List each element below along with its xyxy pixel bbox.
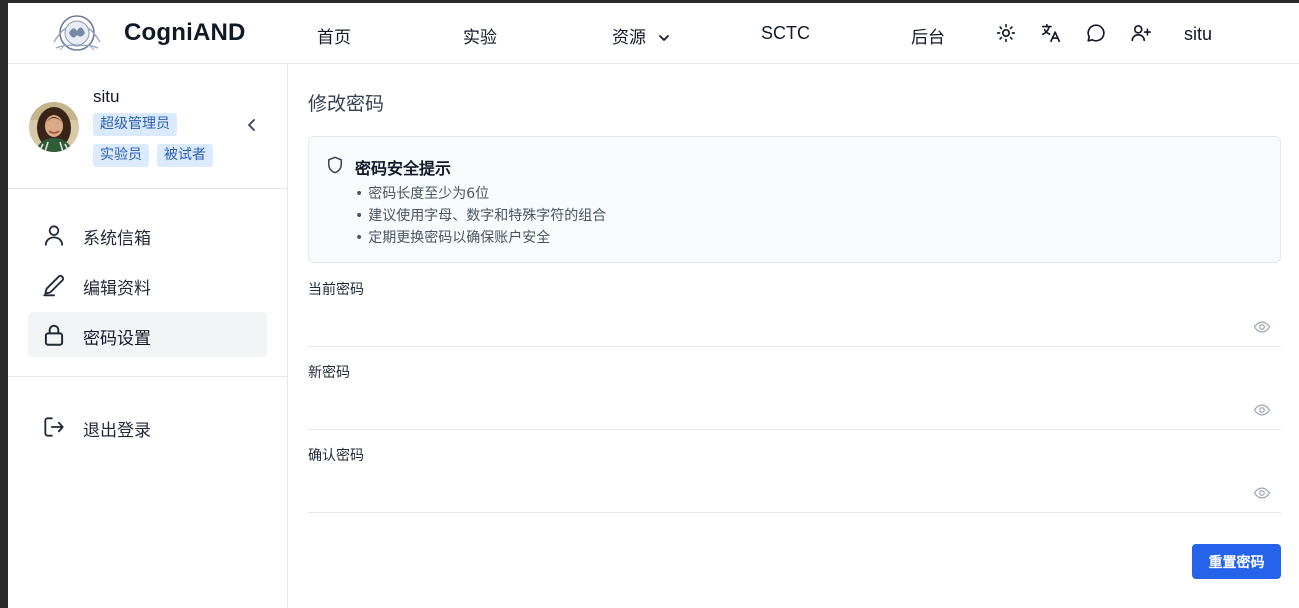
nav-home[interactable]: 首页	[317, 23, 351, 48]
avatar[interactable]	[29, 102, 79, 152]
user-icon	[41, 222, 67, 248]
sidebar-item-inbox[interactable]: 系统信箱	[28, 212, 267, 257]
confirm-password-input[interactable]	[308, 471, 1238, 511]
new-password-input[interactable]	[308, 388, 1238, 428]
current-password-field-wrapper	[308, 305, 1281, 347]
role-badge-experimenter: 实验员	[93, 144, 149, 167]
user-plus-icon[interactable]	[1130, 22, 1152, 44]
security-tips-panel: 密码安全提示 密码长度至少为6位 建议使用字母、数字和特殊字符的组合 定期更换密…	[308, 136, 1281, 263]
sidebar-item-label: 系统信箱	[83, 229, 151, 249]
profile-name: situ	[93, 87, 120, 106]
eye-icon[interactable]	[1253, 484, 1271, 502]
new-password-field-wrapper	[308, 388, 1281, 430]
list-item: 密码长度至少为6位	[355, 183, 606, 205]
app-window: CogniAND 首页 实验 资源 SCTC 后台 situ situ 超级管理…	[0, 0, 1299, 608]
tips-list: 密码长度至少为6位 建议使用字母、数字和特殊字符的组合 定期更换密码以确保账户安…	[355, 183, 606, 249]
pencil-icon	[41, 272, 67, 298]
list-item: 定期更换密码以确保账户安全	[355, 227, 606, 249]
role-badge-participant: 被试者	[157, 144, 213, 167]
confirm-password-field-wrapper	[308, 471, 1281, 513]
sidebar-item-edit-profile[interactable]: 编辑资料	[28, 262, 267, 307]
sidebar: situ 超级管理员 实验员 被试者 系统信箱 编辑资料 密码设置 退出登录	[8, 64, 288, 608]
nav-resources[interactable]: 资源	[612, 23, 671, 48]
logout-icon	[41, 414, 67, 440]
eye-icon[interactable]	[1253, 318, 1271, 336]
header-user-menu[interactable]: situ	[1184, 24, 1212, 45]
reset-password-button[interactable]: 重置密码	[1192, 544, 1281, 579]
current-password-label: 当前密码	[308, 282, 364, 298]
sidebar-item-label: 密码设置	[83, 329, 151, 349]
chevron-left-icon[interactable]	[244, 117, 260, 133]
nav-admin[interactable]: 后台	[911, 23, 945, 48]
sidebar-item-password[interactable]: 密码设置	[28, 312, 267, 357]
tips-title: 密码安全提示	[355, 159, 452, 178]
nav-resources-label: 资源	[612, 28, 646, 48]
lock-icon	[41, 322, 67, 348]
brand-name[interactable]: CogniAND	[124, 19, 246, 47]
sidebar-menu: 系统信箱 编辑资料 密码设置	[8, 190, 287, 377]
sidebar-item-label: 编辑资料	[83, 279, 151, 299]
confirm-password-label: 确认密码	[308, 448, 364, 464]
sun-icon[interactable]	[995, 22, 1017, 44]
logout-button[interactable]: 退出登录	[28, 404, 267, 449]
shield-icon	[325, 155, 345, 175]
main-content: 修改密码 密码安全提示 密码长度至少为6位 建议使用字母、数字和特殊字符的组合 …	[288, 64, 1299, 608]
translate-icon[interactable]	[1040, 22, 1062, 44]
profile-card: situ 超级管理员 实验员 被试者	[8, 64, 287, 189]
top-header: CogniAND 首页 实验 资源 SCTC 后台 situ	[8, 3, 1299, 64]
logout-label: 退出登录	[83, 421, 151, 441]
nav-experiment[interactable]: 实验	[463, 23, 497, 48]
nav-sctc[interactable]: SCTC	[761, 23, 810, 44]
chat-bubble-icon[interactable]	[1085, 22, 1107, 44]
page-title: 修改密码	[308, 93, 385, 115]
brand-logo-icon[interactable]	[48, 12, 106, 56]
current-password-input[interactable]	[308, 305, 1238, 345]
role-badge-super-admin: 超级管理员	[93, 113, 177, 136]
list-item: 建议使用字母、数字和特殊字符的组合	[355, 205, 606, 227]
new-password-label: 新密码	[308, 365, 350, 381]
eye-icon[interactable]	[1253, 401, 1271, 419]
chevron-down-icon	[657, 30, 671, 44]
